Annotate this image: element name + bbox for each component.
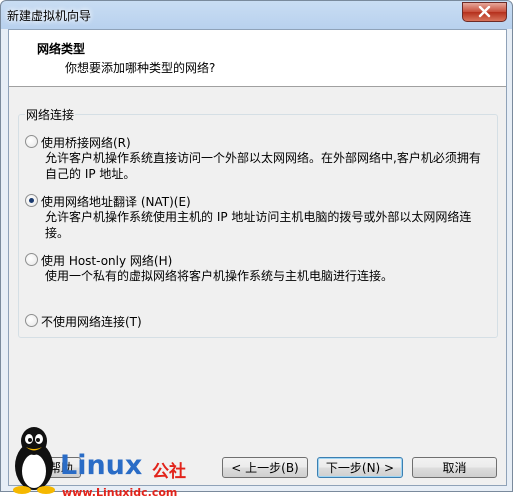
title-bar[interactable]: 新建虚拟机向导 [1, 1, 512, 29]
watermark-url: www.Linuxidc.com [62, 486, 178, 499]
option-bridged-description: 允许客户机操作系统直接访问一个外部以太网网络。在外部网络中,客户机必须拥有自己的… [45, 151, 481, 181]
group-label: 网络连接 [25, 106, 76, 123]
page-title: 网络类型 [37, 42, 86, 56]
close-icon [478, 6, 491, 18]
window-title: 新建虚拟机向导 [7, 9, 92, 23]
cancel-button[interactable]: 取消 [412, 457, 497, 478]
radio-host-only[interactable] [25, 253, 38, 266]
option-nat-description: 允许客户机操作系统使用主机的 IP 地址访问主机电脑的拨号或外部以太网网络连接。 [45, 210, 472, 240]
radio-no-network[interactable] [25, 314, 38, 327]
option-bridged-label[interactable]: 使用桥接网络(R) [41, 134, 131, 151]
wizard-header: 网络类型 你想要添加哪种类型的网络? [9, 30, 506, 87]
next-button[interactable]: 下一步(N) > [317, 457, 403, 478]
back-button[interactable]: < 上一步(B) [222, 457, 308, 478]
option-nat-label[interactable]: 使用网络地址翻译 (NAT)(E) [41, 193, 191, 210]
option-host-only-label[interactable]: 使用 Host-only 网络(H) [41, 252, 172, 269]
watermark-brand: Linux [60, 450, 143, 481]
tux-penguin-icon [13, 427, 55, 494]
radio-bridged[interactable] [25, 135, 38, 148]
linuxidc-watermark: Linux 公社 www.Linuxidc.com [0, 414, 200, 499]
watermark-brand-cn: 公社 [152, 462, 186, 482]
close-button[interactable] [462, 2, 507, 22]
option-no-network-label[interactable]: 不使用网络连接(T) [41, 313, 142, 330]
page-subtitle: 你想要添加哪种类型的网络? [65, 61, 216, 75]
radio-nat[interactable] [25, 194, 38, 207]
option-host-only-description: 使用一个私有的虚拟网络将客户机操作系统与主机电脑进行连接。 [45, 269, 394, 283]
